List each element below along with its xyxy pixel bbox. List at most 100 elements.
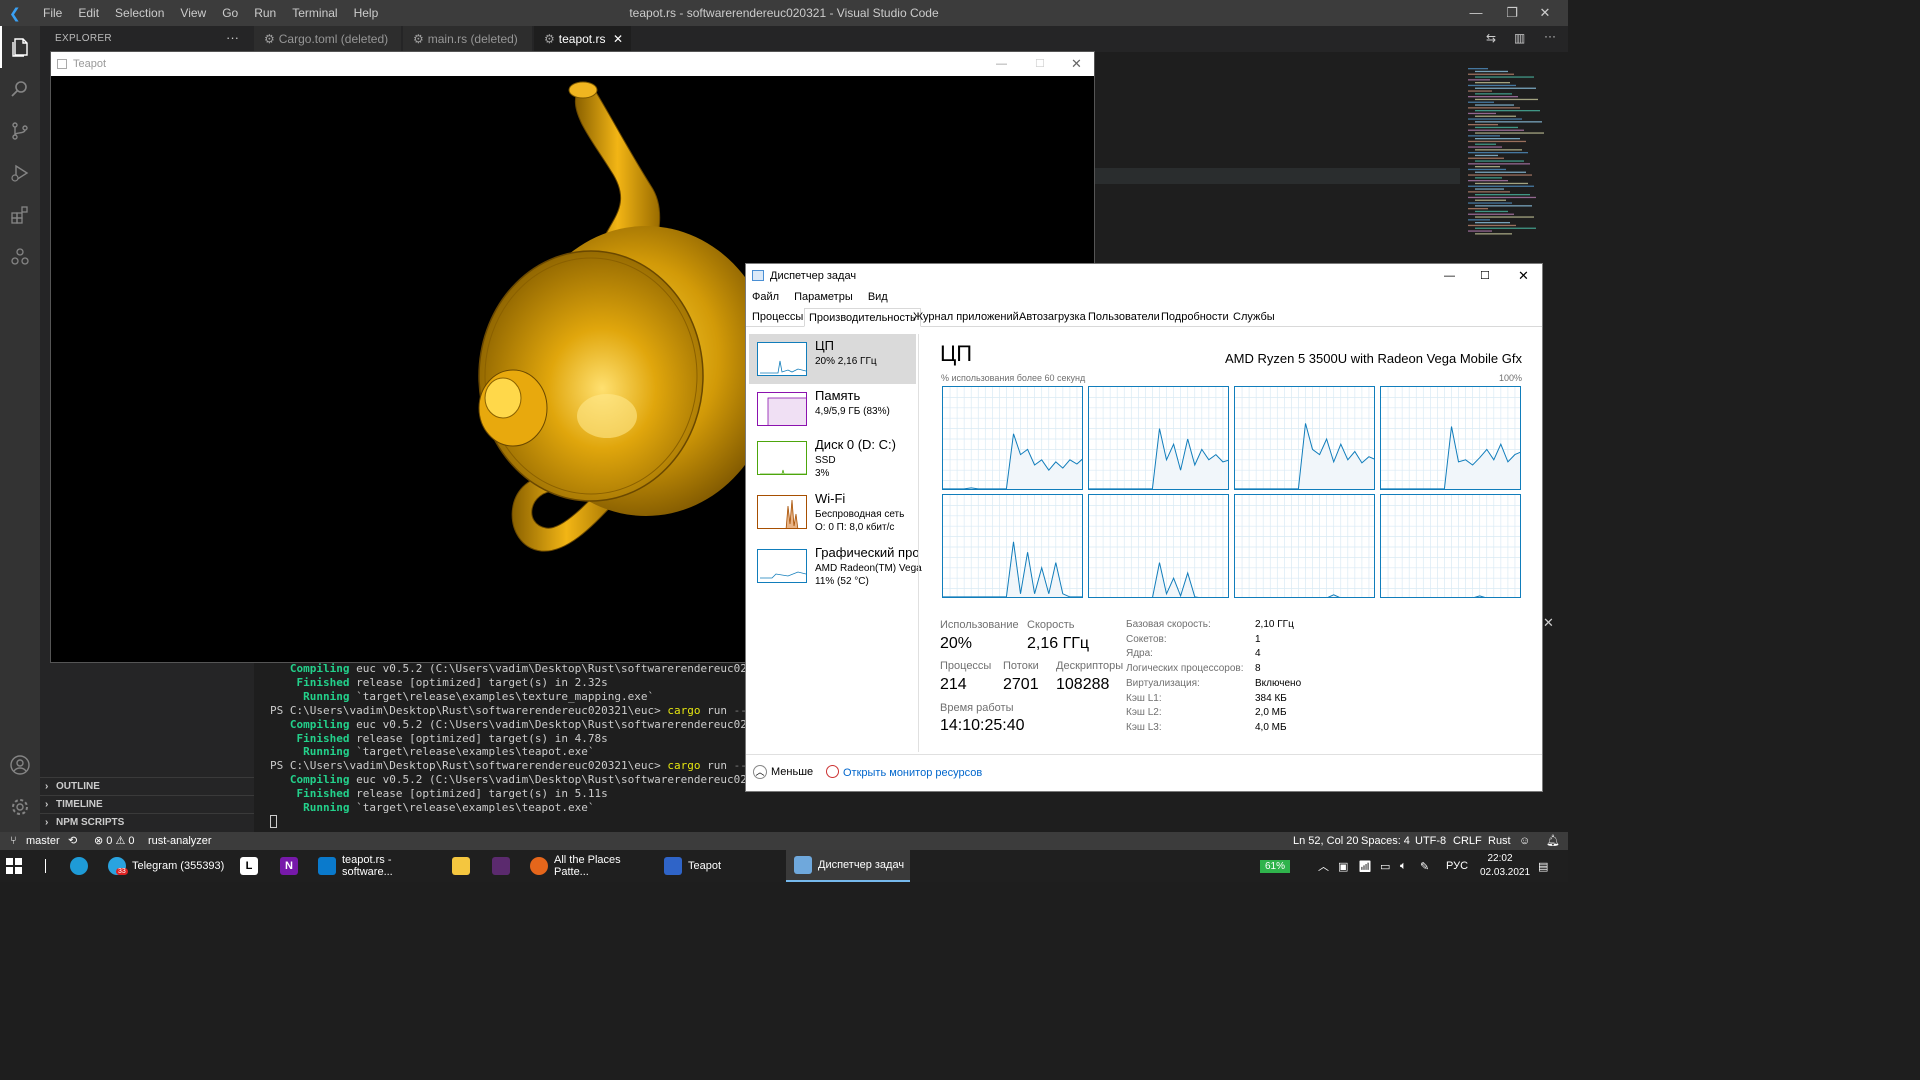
cpu-core-graph xyxy=(1088,494,1229,598)
status-rust-analyzer[interactable]: rust-analyzer xyxy=(148,832,212,850)
maximize-button[interactable]: ☐ xyxy=(1480,264,1490,288)
menu-terminal[interactable]: Terminal xyxy=(292,6,337,20)
taskbar-task-manager[interactable]: Диспетчер задач xyxy=(786,850,910,882)
tab-users[interactable]: Пользователи xyxy=(1084,308,1164,327)
tab-startup[interactable]: Автозагрузка xyxy=(1015,308,1090,327)
tab-cargo-toml[interactable]: ⚙ Cargo.toml (deleted) xyxy=(254,26,402,52)
lightworks-taskbar-icon[interactable]: L xyxy=(232,850,266,882)
tray-icon[interactable]: ▣ xyxy=(1338,850,1348,882)
start-button[interactable] xyxy=(6,850,34,882)
notification-center-icon[interactable]: ▤ xyxy=(1538,850,1548,882)
minimize-button[interactable]: — xyxy=(1444,264,1455,288)
gear-icon[interactable] xyxy=(0,786,40,828)
taskbar-telegram[interactable]: Telegram (355393) 33 xyxy=(100,850,226,882)
chevron-up-icon[interactable]: ︿ xyxy=(1318,850,1329,882)
menu-help[interactable]: Help xyxy=(354,6,379,20)
battery-indicator[interactable]: 61% xyxy=(1260,850,1298,882)
menu-edit[interactable]: Edit xyxy=(78,6,99,20)
resource-wifi[interactable]: Wi-Fi Беспроводная сеть О: 0 П: 8,0 кбит… xyxy=(749,487,916,537)
close-panel-icon[interactable]: ✕ xyxy=(1543,615,1554,631)
onenote-taskbar-icon[interactable]: N xyxy=(272,850,306,882)
taskbar-vscode[interactable]: teapot.rs - software... xyxy=(310,850,442,882)
menu-options[interactable]: Параметры xyxy=(794,291,853,303)
resource-cpu[interactable]: ЦП 20% 2,16 ГГц xyxy=(749,334,916,384)
sync-icon[interactable]: ⟲ xyxy=(68,832,77,850)
tab-app-history[interactable]: Журнал приложений xyxy=(909,308,1023,327)
close-button[interactable]: ✕ xyxy=(1522,0,1568,26)
notifications-icon[interactable]: 🔔︎ xyxy=(1546,832,1560,850)
battery-icon[interactable]: ▭ xyxy=(1380,850,1390,882)
resource-disk[interactable]: Диск 0 (D: C:) SSD 3% xyxy=(749,433,916,483)
run-debug-icon[interactable] xyxy=(0,152,40,194)
menu-selection[interactable]: Selection xyxy=(115,6,164,20)
status-language[interactable]: Rust xyxy=(1488,832,1511,850)
tab-teapot-rs[interactable]: ⚙ teapot.rs ✕ xyxy=(534,26,632,52)
timeline-section[interactable]: › TIMELINE xyxy=(40,795,254,813)
detail-label: Ядра: xyxy=(1126,648,1153,660)
tab-main-rs[interactable]: ⚙ main.rs (deleted) xyxy=(403,26,533,52)
extensions-icon[interactable] xyxy=(0,194,40,236)
minimize-button[interactable]: — xyxy=(996,52,1007,76)
more-actions-icon[interactable]: ··· xyxy=(1544,29,1556,43)
taskbar-firefox[interactable]: All the Places Patte... xyxy=(522,850,652,882)
activity-bar xyxy=(0,26,40,832)
volume-icon[interactable]: 🔈︎ xyxy=(1400,850,1407,882)
explorer-more-icon[interactable]: ··· xyxy=(226,30,239,45)
status-position[interactable]: Ln 52, Col 20 xyxy=(1293,832,1358,850)
cpu-thumbnail xyxy=(757,342,807,376)
edge-taskbar-icon[interactable] xyxy=(62,850,92,882)
fewer-details-button[interactable]: ︿ Меньше xyxy=(753,765,813,779)
app-taskbar-icon[interactable] xyxy=(484,850,518,882)
status-encoding[interactable]: UTF-8 xyxy=(1415,832,1446,850)
tab-processes[interactable]: Процессы xyxy=(748,308,807,327)
status-problems[interactable]: ⊗ 0 ⚠ 0 xyxy=(94,832,134,850)
clock[interactable]: 22:02 02.03.2021 xyxy=(1480,852,1530,880)
open-changes-icon[interactable]: ⇆ xyxy=(1486,31,1496,45)
terminal-line: Running `target\release\examples\teapot.… xyxy=(270,801,595,815)
file-explorer-taskbar-icon[interactable] xyxy=(444,850,478,882)
account-icon[interactable] xyxy=(0,744,40,786)
menu-file[interactable]: File xyxy=(43,6,62,20)
terminal-line: Compiling euc v0.5.2 (C:\Users\vadim\Des… xyxy=(270,717,754,731)
menu-file[interactable]: Файл xyxy=(752,291,779,303)
menu-run[interactable]: Run xyxy=(254,6,276,20)
feedback-icon[interactable]: ☺ xyxy=(1519,832,1530,850)
gpu-thumbnail xyxy=(757,549,807,583)
remote-explorer-icon[interactable] xyxy=(0,236,40,278)
status-branch[interactable]: master xyxy=(26,832,60,850)
menu-go[interactable]: Go xyxy=(222,6,238,20)
open-resource-monitor-link[interactable]: Открыть монитор ресурсов xyxy=(826,765,982,779)
minimap[interactable] xyxy=(1460,66,1560,246)
close-button[interactable]: ✕ xyxy=(1071,52,1082,76)
input-language[interactable]: РУС xyxy=(1446,850,1468,882)
search-icon[interactable] xyxy=(0,68,40,110)
pen-icon[interactable]: ✎ xyxy=(1420,850,1429,882)
status-eol[interactable]: CRLF xyxy=(1453,832,1482,850)
terminal-panel[interactable]: Compiling euc v0.5.2 (C:\Users\vadim\Des… xyxy=(254,662,754,832)
task-view-button[interactable] xyxy=(42,850,50,882)
close-tab-icon[interactable]: ✕ xyxy=(613,26,623,52)
tab-details[interactable]: Подробности xyxy=(1157,308,1233,327)
resource-gpu[interactable]: Графический про AMD Radeon(TM) Vega 11% … xyxy=(749,541,922,591)
detail-value: 4,0 МБ xyxy=(1255,721,1287,733)
outline-section[interactable]: › OUTLINE xyxy=(40,777,254,795)
tab-performance[interactable]: Производительность xyxy=(804,308,921,327)
wifi-icon[interactable]: 📶︎ xyxy=(1358,850,1372,882)
resource-memory[interactable]: Память 4,9/5,9 ГБ (83%) xyxy=(749,384,916,434)
cpu-core-graph xyxy=(942,494,1083,598)
cpu-core-graph xyxy=(1234,386,1375,490)
detail-label: Виртуализация: xyxy=(1126,677,1200,689)
source-control-icon[interactable] xyxy=(0,110,40,152)
maximize-button[interactable]: ☐ xyxy=(1035,52,1045,76)
explorer-icon[interactable] xyxy=(0,26,40,68)
divider xyxy=(918,334,919,752)
npm-scripts-section[interactable]: › NPM SCRIPTS xyxy=(40,813,254,831)
status-spaces[interactable]: Spaces: 4 xyxy=(1361,832,1410,850)
menu-view[interactable]: Вид xyxy=(868,291,888,303)
menu-view[interactable]: View xyxy=(180,6,206,20)
taskbar-teapot[interactable]: Teapot xyxy=(656,850,782,882)
close-button[interactable]: ✕ xyxy=(1518,264,1529,288)
task-manager-icon xyxy=(752,270,764,281)
tab-services[interactable]: Службы xyxy=(1229,308,1279,327)
split-editor-icon[interactable]: ▥ xyxy=(1514,31,1525,45)
